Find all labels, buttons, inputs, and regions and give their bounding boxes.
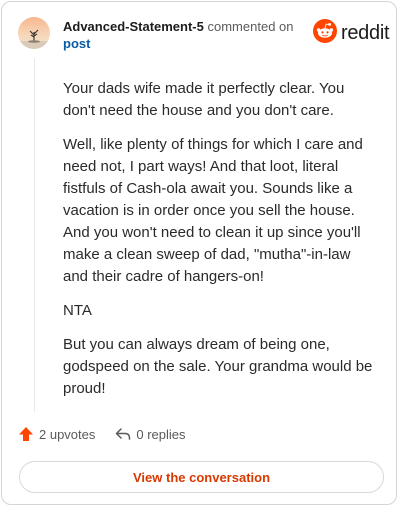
avatar[interactable] (18, 17, 50, 49)
post-link[interactable]: post (63, 35, 303, 52)
username-link[interactable]: Advanced-Statement-5 (63, 19, 204, 34)
reddit-logo[interactable]: reddit (313, 18, 390, 48)
comment-actions: 2 upvotes 0 replies (18, 426, 186, 442)
commented-on-text: commented on (207, 19, 294, 34)
comment-body: Your dads wife made it perfectly clear. … (63, 78, 378, 412)
reply-count: 0 replies (136, 426, 186, 442)
comment-header: Advanced-Statement-5 commented on post (63, 18, 303, 52)
comment-paragraph: NTA (63, 302, 92, 319)
comment-card: Advanced-Statement-5 commented on post r… (1, 1, 397, 505)
reply-button[interactable]: 0 replies (115, 426, 186, 442)
upvote-arrow-icon (19, 427, 33, 441)
view-conversation-button[interactable]: View the conversation (19, 461, 384, 493)
reply-arrow-icon (116, 428, 131, 440)
comment-paragraph: Well, like plenty of things for which I … (63, 136, 363, 285)
comment-paragraph: But you can always dream of being one, g… (63, 336, 373, 397)
comment-paragraph: Your dads wife made it perfectly clear. … (63, 80, 345, 119)
upvote-count: 2 upvotes (39, 426, 96, 442)
thread-line (34, 58, 35, 412)
reddit-alien-icon (313, 18, 337, 48)
upvote-button[interactable]: 2 upvotes (18, 426, 95, 442)
reddit-wordmark: reddit (341, 21, 390, 44)
